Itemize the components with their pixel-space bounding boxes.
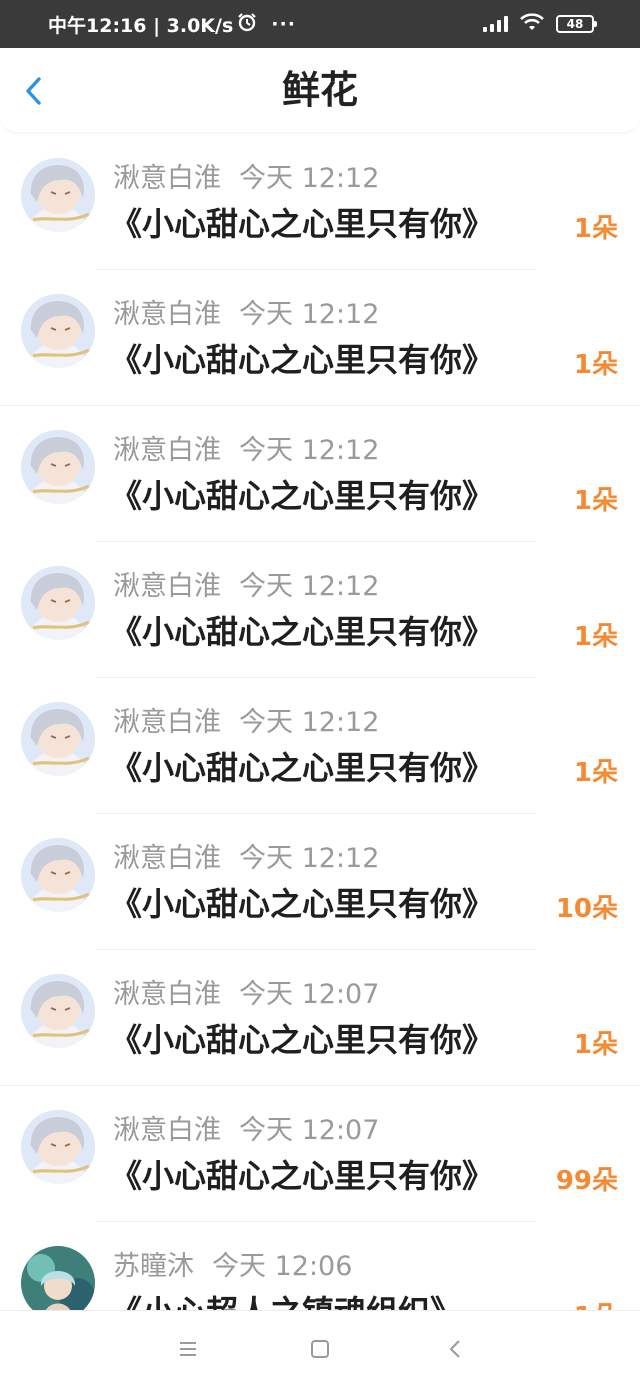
book-title: 《小心甜心之心里只有你》 [110,477,495,515]
page-title: 鲜花 [281,68,358,112]
more-notifications-dots: ··· [271,13,296,35]
system-back-button[interactable] [444,1337,468,1361]
book-title: 《小心甜心之心里只有你》 [110,749,495,787]
sent-time: 今天 12:12 [239,843,380,874]
flower-amount: 1朵 [573,486,618,516]
battery-icon: 48 [556,15,597,33]
sender-line: 苏瞳沐 今天 12:06 [113,1244,352,1283]
user-avatar[interactable] [21,974,95,1048]
sender-name: 湫意白淮 [113,163,221,194]
status-left: 中午12:16 | 3.0K/s ··· [48,0,296,48]
system-nav-bar [0,1310,640,1387]
header: 鲜花 [0,48,640,132]
alarm-icon [237,12,257,37]
sender-name: 湫意白淮 [113,1115,221,1146]
sender-name: 湫意白淮 [113,299,221,330]
flower-record-row[interactable]: 苏瞳沐今天 12:06 《小心超人之镇魂组织》 1朵 [0,1222,640,1310]
triangle-back-icon [450,1340,460,1358]
signal-icon [483,16,508,32]
sender-line: 湫意白淮 今天 12:12 [113,156,379,195]
sent-time: 今天 12:12 [239,707,380,738]
sender-line: 湫意白淮 今天 12:12 [113,428,379,467]
sender-name: 苏瞳沐 [113,1251,194,1282]
status-time: 中午12:16 | 3.0K/s [48,14,234,37]
battery-level: 48 [566,17,584,31]
flower-record-row[interactable]: 湫意白淮 今天 12:07 《小心甜心之心里只有你》 99朵 [0,1086,640,1222]
sent-time: 今天 12:07 [239,1115,380,1146]
flower-record-list: 湫意白淮 今天 12:12 《小心甜心之心里只有你》 1朵 湫意白淮 今天 12:12 《小… [0,134,640,1310]
user-avatar[interactable] [21,566,95,640]
sent-time: 今天 12:06 [212,1251,353,1282]
sender-name: 湫意白淮 [113,979,221,1010]
user-avatar[interactable] [21,1246,95,1310]
sent-time: 今天 12:12 [239,163,380,194]
flower-amount: 10朵 [555,894,618,924]
sent-time: 今天 12:12 [239,299,380,330]
book-title: 《小心甜心之心里只有你》 [110,1157,495,1195]
sender-name: 湫意白淮 [113,707,221,738]
book-title: 《小心甜心之心里只有你》 [110,885,495,923]
flower-amount: 1朵 [573,214,618,244]
flower-record-row[interactable]: 湫意白淮 今天 12:12 《小心甜心之心里只有你》 1朵 [0,406,640,542]
home-button[interactable] [308,1337,332,1361]
user-avatar[interactable] [21,430,95,504]
menu-icon [180,1342,196,1356]
flower-record-row[interactable]: 湫意白淮 今天 12:07 《小心甜心之心里只有你》 1朵 [0,950,640,1086]
sender-line: 湫意白淮 今天 12:12 [113,836,379,875]
flower-amount: 1朵 [573,622,618,652]
book-title: 《小心甜心之心里只有你》 [110,341,495,379]
book-title: 《小心超人之镇魂组织》 [110,1287,462,1310]
sender-name: 湫意白淮 [113,435,221,466]
user-avatar[interactable] [21,294,95,368]
flower-amount: 1朵 [573,350,618,380]
status-bar: 中午12:16 | 3.0K/s ··· 48 [0,0,640,48]
sender-line: 湫意白淮 今天 12:12 [113,564,379,603]
flower-record-row[interactable]: 湫意白淮 今天 12:12 《小心甜心之心里只有你》 1朵 [0,542,640,678]
sender-line: 湫意白淮 今天 12:07 [113,1108,379,1147]
flower-amount: 1朵 [573,758,618,788]
sender-name: 湫意白淮 [113,571,221,602]
sent-time: 今天 12:12 [239,435,380,466]
book-title: 《小心甜心之心里只有你》 [110,205,495,243]
user-avatar[interactable] [21,158,95,232]
flower-record-row[interactable]: 湫意白淮 今天 12:12 《小心甜心之心里只有你》 1朵 [0,270,640,406]
wifi-icon [520,13,544,35]
sender-line: 湫意白淮 今天 12:07 [113,972,379,1011]
flower-record-row[interactable]: 湫意白淮 今天 12:12 《小心甜心之心里只有你》 10朵 [0,814,640,950]
menu-button[interactable] [176,1337,200,1361]
user-avatar[interactable] [21,702,95,776]
flower-record-row[interactable]: 湫意白淮 今天 12:12 《小心甜心之心里只有你》 1朵 [0,134,640,270]
status-right: 48 [483,0,597,48]
sent-time: 今天 12:07 [239,979,380,1010]
sender-line: 湫意白淮 今天 12:12 [113,292,379,331]
sender-name: 湫意白淮 [113,843,221,874]
flower-amount: 1朵 [573,1030,618,1060]
flower-record-row[interactable]: 湫意白淮 今天 12:12 《小心甜心之心里只有你》 1朵 [0,678,640,814]
user-avatar[interactable] [21,1110,95,1184]
user-avatar[interactable] [21,838,95,912]
flower-amount: 99朵 [555,1166,618,1196]
book-title: 《小心甜心之心里只有你》 [110,1021,495,1059]
book-title: 《小心甜心之心里只有你》 [110,613,495,651]
sent-time: 今天 12:12 [239,571,380,602]
square-home-icon [311,1340,329,1358]
flower-amount: 1朵 [574,1296,618,1310]
sender-line: 湫意白淮 今天 12:12 [113,700,379,739]
